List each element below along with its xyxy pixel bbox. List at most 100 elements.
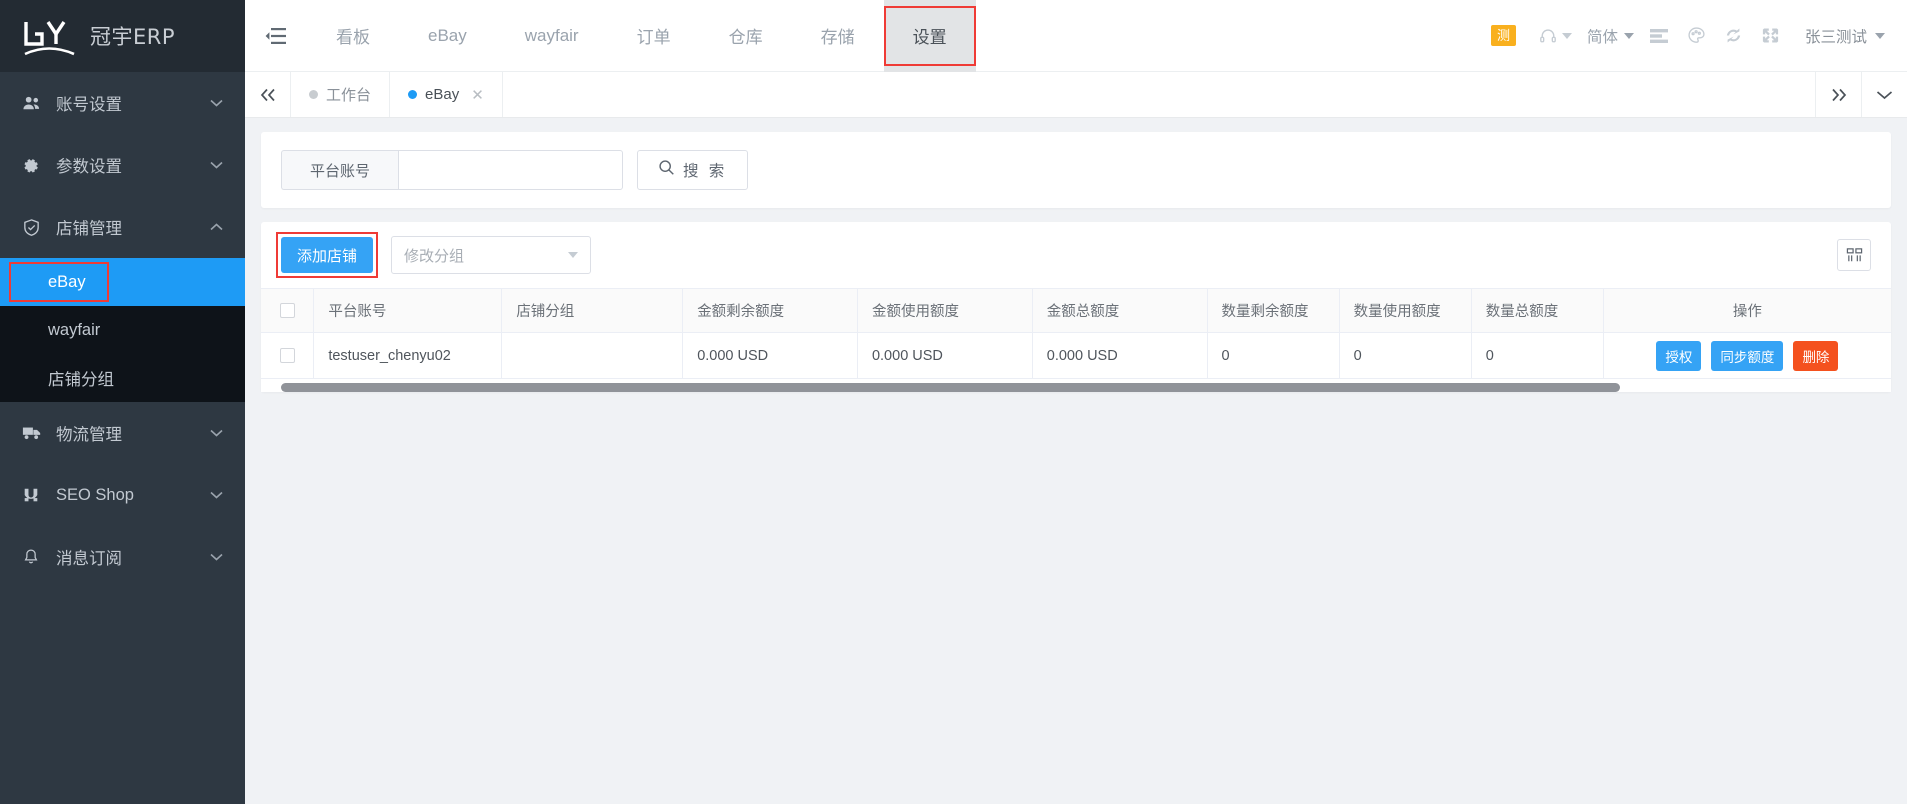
- topbar-right: 测 简体 张三测试: [1490, 25, 1907, 47]
- content-area: 平台账号 搜 索 添加店铺 修改分组 平台账号 店铺分组 金额剩余额度 金额使用…: [245, 118, 1907, 804]
- sidebar-item-label: 参数设置: [56, 158, 122, 176]
- sidebar-item-shop-group[interactable]: 店铺分组: [0, 354, 245, 402]
- chevron-down-icon: [568, 252, 579, 258]
- language-label: 简体: [1586, 28, 1618, 46]
- sidebar-item-label: SEO Shop: [56, 485, 134, 504]
- sidebar-subitem-label: eBay: [48, 272, 86, 291]
- column-header-amount-remaining: 金额剩余额度: [682, 288, 858, 333]
- sidebar-item-logistics-management[interactable]: 物流管理: [0, 402, 245, 464]
- row-select-cell: [261, 332, 315, 379]
- platform-account-field-group: 平台账号: [281, 150, 623, 190]
- gear-icon: [22, 156, 48, 174]
- authorize-button[interactable]: 授权: [1656, 340, 1702, 371]
- search-panel: 平台账号 搜 索: [261, 132, 1891, 208]
- topnav-label: 仓库: [728, 28, 763, 47]
- topnav-item-settings[interactable]: 设置: [883, 0, 976, 72]
- topnav-item-storage[interactable]: 存储: [792, 0, 884, 72]
- cell-qty-total: 0: [1471, 332, 1604, 379]
- brand-logo[interactable]: 冠宇ERP: [0, 0, 245, 72]
- user-menu[interactable]: 张三测试: [1805, 25, 1885, 47]
- search-icon: [658, 159, 675, 181]
- topnav-item-orders[interactable]: 订单: [608, 0, 700, 72]
- cell-platform-account: testuser_chenyu02: [313, 332, 503, 379]
- column-header-actions: 操作: [1603, 288, 1891, 333]
- table-row[interactable]: testuser_chenyu02 0.000 USD 0.000 USD 0.…: [261, 332, 1891, 379]
- sidebar-item-seo-shop[interactable]: SEO Shop: [0, 464, 245, 526]
- cell-qty-used: 0: [1339, 332, 1472, 379]
- users-icon: [22, 94, 48, 113]
- table-scroll-area: [261, 383, 1891, 392]
- gy-logo-icon: [22, 16, 78, 56]
- palette-icon[interactable]: [1678, 26, 1715, 45]
- magnet-icon: [22, 486, 48, 504]
- column-header-qty-remaining: 数量剩余额度: [1207, 288, 1340, 333]
- chevron-up-icon: [210, 220, 223, 233]
- chevron-down-icon: [1561, 32, 1572, 39]
- topnav-label: 订单: [636, 28, 671, 47]
- headset-icon[interactable]: [1530, 27, 1581, 45]
- top-navigation-bar: 看板 eBay wayfair 订单 仓库 存储 设置 测 简体 张三测试: [245, 0, 1907, 72]
- sync-quota-button[interactable]: 同步额度: [1711, 340, 1784, 371]
- column-header-qty-used: 数量使用额度: [1339, 288, 1472, 333]
- select-all-checkbox[interactable]: [279, 303, 295, 319]
- chevron-down-icon: [1875, 32, 1885, 39]
- sidebar-item-wayfair[interactable]: wayfair: [0, 306, 245, 354]
- tab-dropdown-icon[interactable]: [1861, 72, 1907, 117]
- tab-status-dot: [309, 90, 318, 99]
- delete-button[interactable]: 删除: [1793, 340, 1839, 371]
- fullscreen-icon[interactable]: [1752, 26, 1789, 45]
- search-button[interactable]: 搜 索: [637, 150, 749, 190]
- scrollbar-thumb[interactable]: [281, 383, 1620, 392]
- topnav-item-dashboard[interactable]: 看板: [307, 0, 399, 72]
- topnav-item-ebay[interactable]: eBay: [399, 0, 496, 72]
- column-header-shop-group: 店铺分组: [501, 288, 684, 333]
- topnav-items: 看板 eBay wayfair 订单 仓库 存储 设置: [307, 0, 976, 72]
- table-body: testuser_chenyu02 0.000 USD 0.000 USD 0.…: [261, 332, 1891, 379]
- chevron-down-icon: [1623, 32, 1634, 39]
- sidebar-item-parameter-settings[interactable]: 参数设置: [0, 134, 245, 196]
- sidebar-item-account-settings[interactable]: 账号设置: [0, 72, 245, 134]
- brand-name: 冠宇ERP: [90, 25, 176, 49]
- topnav-left: 看板 eBay wayfair 订单 仓库 存储 设置: [245, 0, 976, 72]
- group-select[interactable]: 修改分组: [391, 236, 592, 274]
- topnav-item-wayfair[interactable]: wayfair: [496, 0, 608, 72]
- refresh-icon[interactable]: [1715, 26, 1752, 45]
- topnav-item-warehouse[interactable]: 仓库: [700, 0, 792, 72]
- menu-collapse-icon[interactable]: [245, 0, 307, 72]
- chevron-double-left-icon[interactable]: [245, 72, 291, 117]
- tab-status-dot: [408, 90, 418, 99]
- chevron-down-icon: [210, 488, 223, 501]
- sidebar-submenu-shop-management: eBay wayfair 店铺分组: [0, 258, 245, 402]
- cell-qty-remaining: 0: [1207, 332, 1340, 379]
- add-shop-button[interactable]: 添加店铺: [281, 237, 374, 273]
- row-checkbox[interactable]: [279, 348, 295, 364]
- sidebar-item-label: 账号设置: [56, 96, 122, 114]
- close-icon[interactable]: ✕: [471, 86, 484, 104]
- chevron-double-right-icon[interactable]: [1815, 72, 1861, 117]
- sidebar-item-label: 消息订阅: [56, 550, 122, 568]
- sidebar-item-ebay[interactable]: eBay: [0, 258, 245, 306]
- list-icon[interactable]: [1640, 28, 1678, 44]
- tab-ebay[interactable]: eBay ✕: [390, 72, 503, 117]
- language-selector[interactable]: 简体: [1581, 25, 1640, 47]
- chevron-down-icon: [210, 158, 223, 171]
- sidebar-menu: 账号设置 参数设置 店铺管理 eBay wayfair 店铺分组 物流管理 SE…: [0, 72, 245, 804]
- truck-icon: [22, 425, 48, 441]
- tab-workbench[interactable]: 工作台: [291, 72, 391, 117]
- topnav-label: eBay: [428, 25, 467, 45]
- bell-icon: [22, 548, 48, 566]
- topnav-label: wayfair: [524, 25, 579, 45]
- chevron-down-icon: [210, 426, 223, 439]
- cell-amount-remaining: 0.000 USD: [682, 332, 858, 379]
- search-button-label: 搜 索: [683, 163, 728, 180]
- sidebar-item-message-subscription[interactable]: 消息订阅: [0, 526, 245, 588]
- shield-check-icon: [22, 218, 48, 237]
- column-header-qty-total: 数量总额度: [1471, 288, 1604, 333]
- status-badge: 测: [1490, 25, 1516, 46]
- horizontal-scrollbar[interactable]: [281, 383, 1875, 392]
- column-settings-icon[interactable]: [1837, 239, 1871, 271]
- platform-account-input[interactable]: [398, 150, 623, 190]
- sidebar-item-shop-management[interactable]: 店铺管理: [0, 196, 245, 258]
- column-header-amount-total: 金额总额度: [1032, 288, 1208, 333]
- table-toolbar: 添加店铺 修改分组: [261, 222, 1891, 288]
